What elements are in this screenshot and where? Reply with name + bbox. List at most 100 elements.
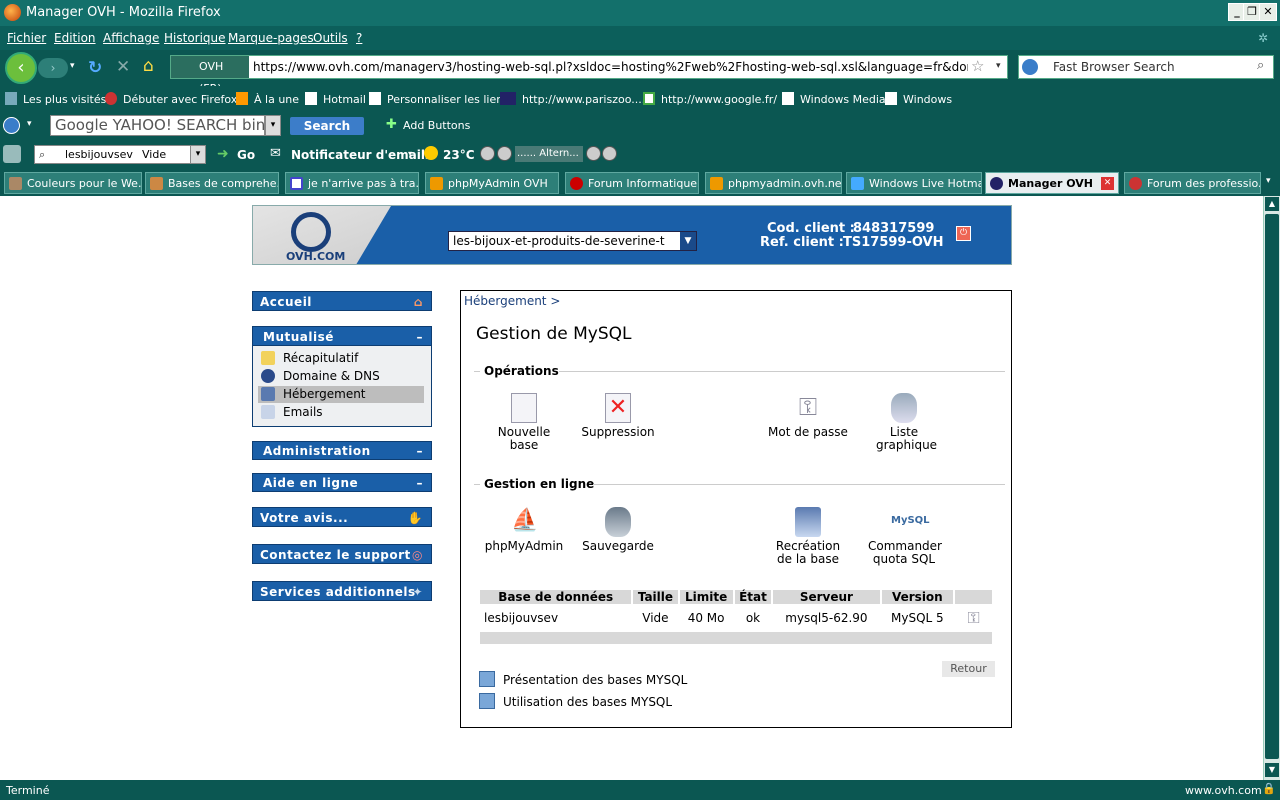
logout-icon[interactable]: ⏻ — [956, 226, 971, 241]
sidebar-item-emails[interactable]: Emails — [258, 404, 424, 421]
bookmark-star-icon[interactable]: ☆ — [971, 57, 984, 75]
radio-stop-icon[interactable] — [602, 146, 617, 161]
sidebar-services[interactable]: Services additionnels ✦ — [252, 581, 432, 601]
scroll-down-icon[interactable]: ▼ — [1265, 763, 1279, 777]
cell-action[interactable]: ⚿ — [955, 606, 992, 630]
menu-marque-pages[interactable]: Marque-pages — [228, 31, 314, 45]
toolbar-logo-icon[interactable] — [3, 117, 20, 134]
ovh-logo-icon[interactable] — [291, 212, 331, 252]
menu-historique[interactable]: Historique — [164, 31, 226, 45]
client-ref-label: Ref. client : — [760, 235, 844, 250]
search-button[interactable]: Search — [290, 117, 364, 135]
menu-affichage[interactable]: Affichage — [103, 31, 159, 45]
phpmyadmin-button[interactable]: ⛵ phpMyAdmin — [484, 507, 564, 553]
home-icon[interactable]: ⌂ — [143, 56, 154, 76]
order-sql-quota-button[interactable]: MySQL Commander quota SQL — [864, 507, 944, 566]
site-identity-badge[interactable]: OVH (FR) — [171, 56, 249, 95]
sidebar-accueil[interactable]: Accueil ⌂ — [252, 291, 432, 311]
backup-button[interactable]: Sauvegarde — [580, 507, 656, 553]
tab[interactable]: Bases de comprehe... — [145, 172, 279, 194]
bookmark-item[interactable]: Personnaliser les liens — [369, 92, 509, 106]
back-button[interactable]: ‹ — [5, 52, 37, 84]
vertical-scrollbar[interactable]: ▲ ▼ — [1263, 196, 1280, 780]
notifier-dropdown-icon[interactable]: ▾ — [408, 149, 412, 158]
temperature[interactable]: 23°C — [443, 148, 475, 162]
domain-select[interactable]: les-bijoux-et-produits-de-severine-t ▼ — [448, 231, 697, 251]
sidebar-aide[interactable]: Aide en ligne – — [252, 473, 432, 492]
search-input[interactable]: Fast Browser Search — [1053, 60, 1175, 74]
sidebar-support[interactable]: Contactez le support ◎ — [252, 544, 432, 564]
graphical-list-button[interactable]: Liste graphique — [868, 393, 940, 452]
tab[interactable]: phpMyAdmin OVH — [425, 172, 559, 194]
chevron-down-icon[interactable]: ▼ — [680, 232, 696, 250]
scroll-thumb[interactable] — [1265, 214, 1279, 759]
sidebar-mutualise[interactable]: Mutualisé – — [252, 326, 432, 346]
multi-search-input[interactable]: Google YAHOO! SEARCH bing — [50, 115, 265, 136]
collapse-icon[interactable]: – — [417, 327, 424, 347]
reload-icon[interactable]: ↻ — [88, 58, 102, 78]
sidebar-avis[interactable]: Votre avis... ✋ — [252, 507, 432, 527]
breadcrumb[interactable]: Hébergement > — [464, 294, 560, 308]
bookmark-item[interactable]: Débuter avec Firefox — [105, 92, 237, 106]
bookmark-item[interactable]: Windows Media — [782, 92, 886, 106]
sidebar-item-recapitulatif[interactable]: Récapitulatif — [258, 350, 424, 367]
toolbar-dropdown-icon[interactable]: ▾ — [27, 119, 32, 129]
sidebar-administration[interactable]: Administration – — [252, 441, 432, 460]
bookmark-item[interactable]: Les plus visités — [5, 92, 106, 106]
lock-icon[interactable]: 🔒 — [1262, 782, 1276, 795]
collapse-icon[interactable]: – — [417, 442, 424, 461]
radio-prev-icon[interactable] — [480, 146, 495, 161]
table-footer — [480, 632, 992, 644]
bookmark-item[interactable]: http://www.google.fr/ — [643, 92, 777, 106]
password-button[interactable]: ⚿ Mot de passe — [768, 393, 848, 439]
bookmark-item[interactable]: Hotmail — [305, 92, 366, 106]
toolbar2-dropdown[interactable]: ▾ — [190, 145, 206, 164]
url-text[interactable]: https://www.ovh.com/managerv3/hosting-we… — [253, 60, 968, 74]
new-database-button[interactable]: Nouvelle base — [490, 393, 558, 452]
stop-icon[interactable]: ✕ — [116, 57, 130, 77]
tab[interactable]: Couleurs pour le We... — [4, 172, 142, 194]
sidebar-item-hebergement[interactable]: Hébergement — [258, 386, 424, 403]
usage-link[interactable]: Utilisation des bases MYSQL — [479, 693, 672, 709]
search-bar[interactable]: Fast Browser Search ⌕ — [1018, 55, 1274, 79]
url-bar[interactable]: OVH (FR) https://www.ovh.com/managerv3/h… — [170, 55, 1008, 95]
tab-list-icon[interactable]: ▾ — [1266, 176, 1271, 186]
menu-fichier[interactable]: Fichier — [7, 31, 46, 45]
key-icon[interactable]: ⚿ — [967, 608, 979, 627]
radio-play-icon[interactable] — [497, 146, 512, 161]
toolbar2-logo-icon[interactable] — [3, 145, 21, 163]
sidebar-item-domaine[interactable]: Domaine & DNS — [258, 368, 424, 385]
delete-database-button[interactable]: ✕ Suppression — [580, 393, 656, 439]
url-dropdown-icon[interactable]: ▾ — [996, 61, 1001, 71]
go-button[interactable]: Go — [237, 148, 255, 162]
toolbar2-search-input[interactable]: ⌕ lesbijouvsev Vide — [34, 145, 206, 164]
bookmark-item[interactable]: À la une — [236, 92, 299, 106]
menu-edition[interactable]: Edition — [54, 31, 96, 45]
forward-button[interactable]: › — [38, 58, 68, 78]
tab[interactable]: Windows Live Hotmail — [846, 172, 982, 194]
tab[interactable]: Forum Informatique... — [565, 172, 699, 194]
close-tab-icon[interactable]: ✕ — [1101, 177, 1114, 190]
history-dropdown-icon[interactable]: ▾ — [70, 61, 75, 71]
retour-button[interactable]: Retour — [942, 661, 995, 677]
bookmark-item[interactable]: Windows — [885, 92, 952, 106]
tab-active[interactable]: Manager OVH ✕ — [985, 172, 1119, 194]
scroll-up-icon[interactable]: ▲ — [1265, 197, 1279, 211]
recreate-database-button[interactable]: Recréation de la base — [770, 507, 846, 566]
menu-help[interactable]: ? — [356, 31, 362, 45]
volume-icon[interactable] — [586, 146, 601, 161]
radio-station-select[interactable]: ...... Altern... — [515, 146, 583, 162]
add-buttons-link[interactable]: Add Buttons — [403, 119, 470, 132]
collapse-icon[interactable]: – — [417, 474, 424, 493]
bookmark-item[interactable]: http://www.pariszoo.... — [500, 92, 645, 106]
close-window-button[interactable]: ✕ — [1259, 3, 1277, 21]
tab[interactable]: phpmyadmin.ovh.ne... — [705, 172, 842, 194]
search-engine-dropdown[interactable]: ▾ — [265, 115, 281, 136]
tab[interactable]: je n'arrive pas à tra... — [285, 172, 419, 194]
presentation-link[interactable]: Présentation des bases MYSQL — [479, 671, 687, 687]
menu-outils[interactable]: Outils — [313, 31, 348, 45]
search-icon[interactable]: ⌕ — [1257, 58, 1264, 73]
search-engine-icon[interactable] — [1022, 59, 1038, 75]
throbber-icon: ✲ — [1258, 31, 1269, 45]
tab[interactable]: Forum des professio... — [1124, 172, 1261, 194]
